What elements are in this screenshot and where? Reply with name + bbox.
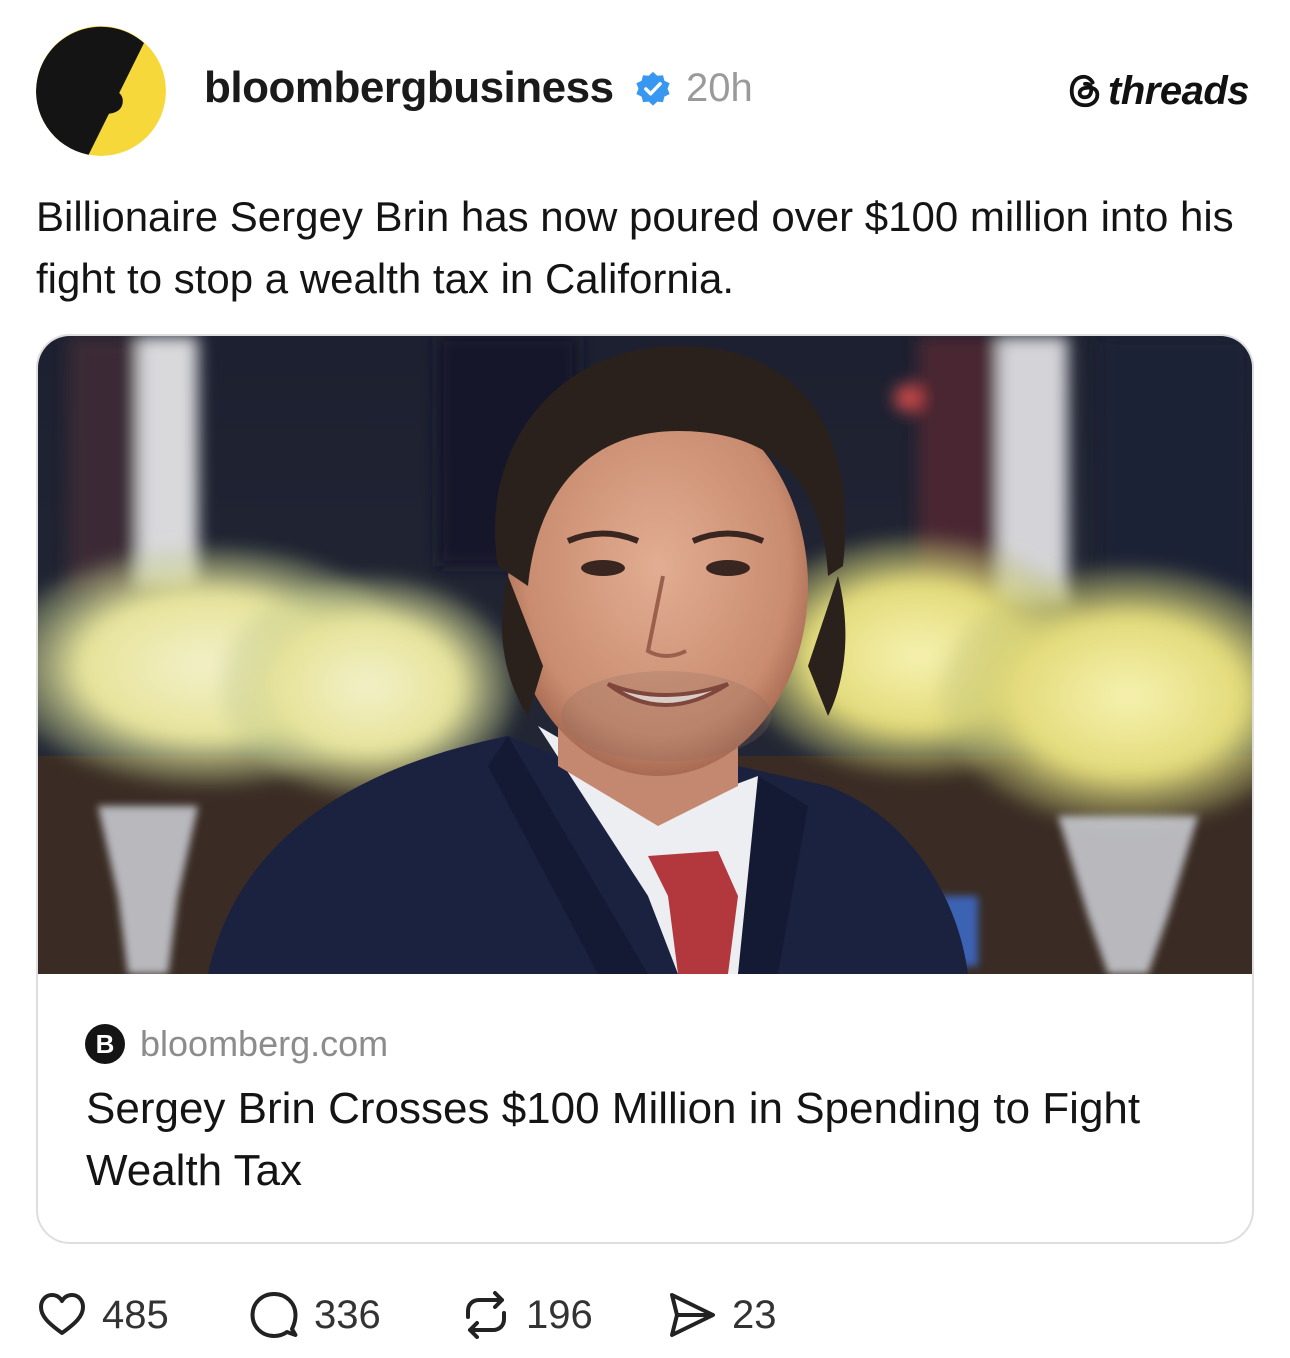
- comment-icon: [250, 1292, 298, 1338]
- avatar[interactable]: B: [36, 26, 166, 156]
- like-count: 485: [102, 1293, 169, 1337]
- reply-count: 336: [314, 1293, 381, 1337]
- username[interactable]: bloombergbusiness: [204, 60, 614, 116]
- link-preview-card[interactable]: B bloomberg.com Sergey Brin Crosses $100…: [36, 334, 1254, 1244]
- source-domain: bloomberg.com: [140, 1023, 389, 1064]
- repost-button[interactable]: 196: [460, 1282, 593, 1348]
- article-headline[interactable]: Sergey Brin Crosses $100 Million in Spen…: [86, 1078, 1216, 1202]
- link-source: B bloomberg.com: [84, 1022, 388, 1066]
- threads-wordmark: threads: [1108, 69, 1250, 113]
- heart-icon: [39, 1293, 85, 1335]
- post-actions: 485 336 196 23: [36, 1282, 1256, 1348]
- bloomberg-avatar-icon: B: [36, 26, 166, 156]
- send-icon: [670, 1293, 715, 1337]
- post-text: Billionaire Sergey Brin has now poured o…: [36, 193, 1234, 302]
- repost-count: 196: [526, 1293, 593, 1337]
- verified-badge-icon: [636, 71, 670, 106]
- post-timestamp: 20h: [686, 66, 753, 110]
- share-count: 23: [732, 1293, 777, 1337]
- threads-logo: threads: [1066, 68, 1250, 114]
- avatar-letter: B: [78, 54, 126, 128]
- repost-icon: [466, 1291, 506, 1339]
- article-photo: [38, 336, 1252, 974]
- reply-button[interactable]: 336: [248, 1282, 381, 1348]
- share-button[interactable]: 23: [666, 1282, 777, 1348]
- threads-icon: [1069, 74, 1100, 108]
- source-icon-letter: B: [96, 1029, 115, 1059]
- bloomberg-source-icon: B: [85, 1024, 125, 1064]
- like-button[interactable]: 485: [36, 1282, 169, 1348]
